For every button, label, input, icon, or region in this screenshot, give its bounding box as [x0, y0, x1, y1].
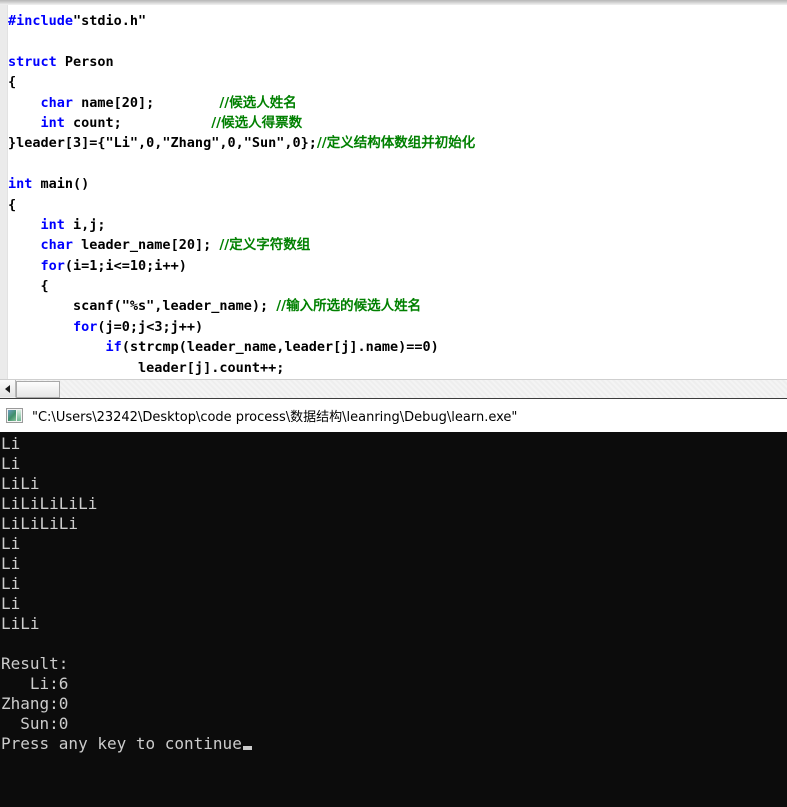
- code-text: (strcmp(leader_name,leader[j].name)==0): [121, 339, 439, 356]
- console-output-line: Li: [1, 574, 21, 593]
- console-output-line: Li: [1, 454, 21, 473]
- console-window-icon: [6, 408, 23, 423]
- code-keyword: int: [8, 176, 33, 193]
- console-output-line: Li: [1, 534, 21, 553]
- code-keyword: int: [40, 216, 65, 233]
- editor-text-surface[interactable]: #include"stdio.h"​struct Person{ char na…: [8, 5, 787, 379]
- editor-gutter-margin[interactable]: [0, 5, 8, 379]
- code-text: (j=0;j<3;j++): [97, 318, 204, 335]
- code-text: }leader[3]={"Li",0,"Zhang",0,"Sun",0};: [8, 135, 317, 152]
- code-text: "stdio.h": [73, 13, 147, 29]
- console-output-text: LiLiLiLiLiLiLiLiLiLiLiLiLiLiLiLiLiLiLi​R…: [1, 434, 252, 754]
- code-keyword: for: [40, 257, 65, 274]
- code-line: char name[20]; //候选人姓名: [8, 93, 475, 113]
- editor-horizontal-scrollbar[interactable]: [0, 379, 787, 398]
- console-output-line: Sun:0: [1, 714, 69, 733]
- code-keyword: char: [40, 237, 74, 254]
- chevron-left-icon: [5, 384, 10, 393]
- console-output-area[interactable]: LiLiLiLiLiLiLiLiLiLiLiLiLiLiLiLiLiLiLi​R…: [0, 432, 787, 807]
- code-text: count;: [64, 114, 212, 131]
- code-text: {: [8, 196, 17, 213]
- code-line: ​: [8, 154, 475, 174]
- code-comment: //候选人姓名: [219, 94, 297, 111]
- code-keyword: if: [105, 339, 122, 356]
- code-line: {: [8, 195, 475, 215]
- console-title-bar[interactable]: "C:\Users\23242\Desktop\code process\数据结…: [0, 399, 787, 432]
- code-line: for(j=0;j<3;j++): [8, 317, 475, 337]
- code-line: }leader[3]={"Li",0,"Zhang",0,"Sun",0};//…: [8, 133, 475, 153]
- code-text: i,j;: [64, 216, 106, 233]
- code-line: int count; //候选人得票数: [8, 113, 475, 133]
- code-text: {: [8, 74, 17, 91]
- console-output-line: Result:: [1, 654, 69, 673]
- scroll-left-button[interactable]: [0, 380, 16, 397]
- console-icon-pane-left: [8, 410, 16, 421]
- code-line: struct Person: [8, 52, 475, 72]
- code-text: leader_name[20];: [73, 237, 220, 254]
- console-icon-pane-right: [17, 410, 21, 421]
- console-cursor: [242, 746, 252, 750]
- scrollbar-track[interactable]: [15, 380, 787, 398]
- console-output-line: Li: [1, 554, 21, 573]
- scrollbar-thumb[interactable]: [16, 381, 60, 398]
- code-text: Person: [56, 53, 114, 70]
- screen-root: #include"stdio.h"​struct Person{ char na…: [0, 0, 787, 807]
- code-line: for(i=1;i<=10;i++): [8, 256, 475, 276]
- console-output-line: Li:6: [1, 674, 69, 693]
- code-text: name[20];: [73, 94, 220, 111]
- source-code-text[interactable]: #include"stdio.h"​struct Person{ char na…: [8, 11, 475, 379]
- code-line: char leader_name[20]; //定义字符数组: [8, 235, 475, 255]
- console-output-line: Li: [1, 434, 21, 453]
- code-line: if(strcmp(leader_name,leader[j].name)==0…: [8, 337, 475, 357]
- code-comment: //输入所选的候选人姓名: [276, 298, 422, 315]
- code-comment: //候选人得票数: [211, 114, 303, 131]
- code-keyword: struct: [8, 53, 57, 70]
- console-output-line: LiLi: [1, 474, 40, 493]
- code-line: int i,j;: [8, 215, 475, 235]
- code-keyword: char: [40, 94, 74, 111]
- code-keyword: int: [40, 114, 65, 131]
- code-text: {: [8, 278, 49, 295]
- code-comment: //定义字符数组: [219, 237, 311, 254]
- code-text: leader[j].count++;: [8, 359, 285, 376]
- console-output-line: Zhang:0: [1, 694, 69, 713]
- console-output-line: LiLiLiLi: [1, 514, 79, 533]
- code-text: scanf("%s",leader_name);: [8, 298, 277, 315]
- code-line: leader[j].count++;: [8, 358, 475, 378]
- code-line: ​: [8, 31, 475, 51]
- console-prompt-text: Press any key to continue: [1, 734, 242, 753]
- console-output-line: Li: [1, 594, 21, 613]
- code-line: #include"stdio.h": [8, 11, 475, 31]
- code-line: {: [8, 276, 475, 296]
- code-line: {: [8, 72, 475, 92]
- code-text: (i=1;i<=10;i++): [64, 257, 187, 274]
- code-keyword: for: [73, 318, 98, 335]
- console-title-text: "C:\Users\23242\Desktop\code process\数据结…: [32, 410, 518, 425]
- code-editor-pane[interactable]: #include"stdio.h"​struct Person{ char na…: [0, 0, 787, 379]
- code-comment: //定义结构体数组并初始化: [316, 135, 476, 152]
- console-output-line: LiLiLiLiLi: [1, 494, 98, 513]
- console-window[interactable]: "C:\Users\23242\Desktop\code process\数据结…: [0, 398, 787, 807]
- code-text: main(): [32, 176, 90, 193]
- console-output-line: LiLi: [1, 614, 40, 633]
- console-output-line: ​: [1, 634, 252, 654]
- console-prompt-line: Press any key to continue: [1, 734, 252, 754]
- code-line: int main(): [8, 174, 475, 194]
- code-line: scanf("%s",leader_name); //输入所选的候选人姓名: [8, 296, 475, 316]
- code-preprocessor: #include: [8, 13, 74, 29]
